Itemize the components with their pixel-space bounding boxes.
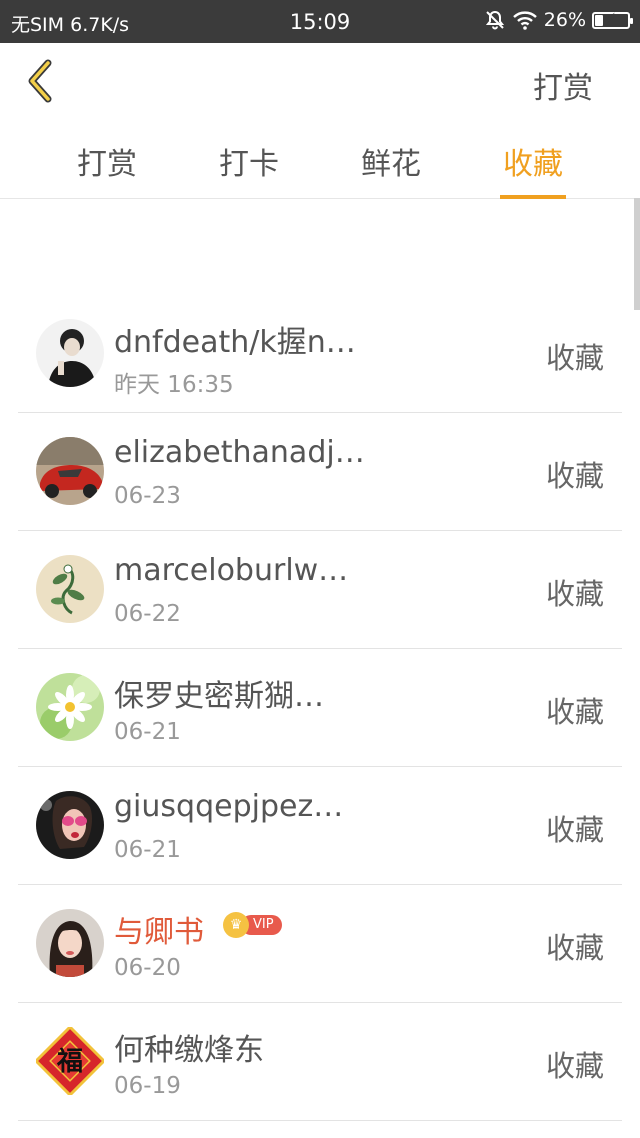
avatar[interactable] xyxy=(36,555,104,623)
crown-icon: ♛ xyxy=(223,912,249,938)
avatar[interactable] xyxy=(36,673,104,741)
bolt-icon: ⚡ xyxy=(606,10,616,27)
chevron-left-icon xyxy=(28,59,52,103)
item-date: 06-21 xyxy=(114,837,181,863)
battery-charging-icon: ⚡ xyxy=(592,10,633,29)
vip-badge: ♛ VIP xyxy=(223,912,282,938)
tab-label: 打卡 xyxy=(219,147,279,182)
list-item[interactable]: 与卿书 ♛ VIP 06-20 收藏 xyxy=(18,885,622,1003)
tab-flowers[interactable]: 鲜花 xyxy=(346,139,436,183)
header: 打赏 xyxy=(0,43,640,119)
list-item[interactable]: 福 何种缴烽东 06-19 收藏 xyxy=(18,1003,622,1121)
user-name: elizabethanadj… xyxy=(114,435,365,470)
user-name: 何种缴烽东 xyxy=(114,1033,264,1068)
user-name: 保罗史密斯猢… xyxy=(114,679,324,714)
back-button[interactable] xyxy=(22,57,66,107)
fu-character: 福 xyxy=(56,1047,83,1077)
item-action-label: 收藏 xyxy=(545,577,604,611)
item-date: 昨天 16:35 xyxy=(114,372,234,398)
avatar[interactable] xyxy=(36,319,104,387)
item-date: 06-20 xyxy=(114,955,181,981)
item-date: 06-21 xyxy=(114,719,181,745)
battery-percent: 26% xyxy=(543,9,586,31)
user-name: dnfdeath/k握n… xyxy=(114,325,356,360)
list-item[interactable]: giusqqepjpez… 06-21 收藏 xyxy=(18,767,622,885)
tab-favorites[interactable]: 收藏 xyxy=(488,139,578,199)
user-name: marceloburlw… xyxy=(114,553,349,588)
item-action-label: 收藏 xyxy=(545,341,604,375)
item-action-label: 收藏 xyxy=(545,695,604,729)
mute-bell-icon xyxy=(484,9,506,31)
status-right: 26% ⚡ xyxy=(484,9,633,31)
status-bar: 无SIM 6.7K/s 15:09 26% ⚡ xyxy=(0,0,640,43)
favorites-list: dnfdeath/k握n… 昨天 16:35 收藏 elizabethanadj… xyxy=(0,295,640,1121)
scrollbar[interactable] xyxy=(634,198,640,310)
item-action-label: 收藏 xyxy=(545,813,604,847)
tab-label: 收藏 xyxy=(503,147,563,182)
tab-bar: 打赏 打卡 鲜花 收藏 xyxy=(0,119,640,199)
tab-checkin[interactable]: 打卡 xyxy=(204,139,294,183)
tab-label: 鲜花 xyxy=(361,147,421,182)
avatar[interactable]: 福 xyxy=(33,1024,107,1098)
item-date: 06-22 xyxy=(114,601,181,627)
wifi-icon xyxy=(512,10,538,30)
active-tab-indicator xyxy=(500,195,566,199)
avatar[interactable] xyxy=(36,909,104,977)
item-date: 06-19 xyxy=(114,1073,181,1099)
avatar[interactable] xyxy=(36,791,104,859)
tab-label: 打赏 xyxy=(77,147,137,182)
item-action-label: 收藏 xyxy=(545,931,604,965)
reward-header-button[interactable]: 打赏 xyxy=(533,63,593,107)
tab-reward[interactable]: 打赏 xyxy=(62,139,152,183)
list-item[interactable]: elizabethanadj… 06-23 收藏 xyxy=(18,413,622,531)
list-item[interactable]: marceloburlw… 06-22 收藏 xyxy=(18,531,622,649)
list-item[interactable]: 保罗史密斯猢… 06-21 收藏 xyxy=(18,649,622,767)
item-date: 06-23 xyxy=(114,483,181,509)
user-name: 与卿书 xyxy=(114,915,204,950)
item-action-label: 收藏 xyxy=(545,1049,604,1083)
list-item[interactable]: dnfdeath/k握n… 昨天 16:35 收藏 xyxy=(18,295,622,413)
avatar[interactable] xyxy=(36,437,104,505)
item-action-label: 收藏 xyxy=(545,459,604,493)
user-name: giusqqepjpez… xyxy=(114,789,344,824)
